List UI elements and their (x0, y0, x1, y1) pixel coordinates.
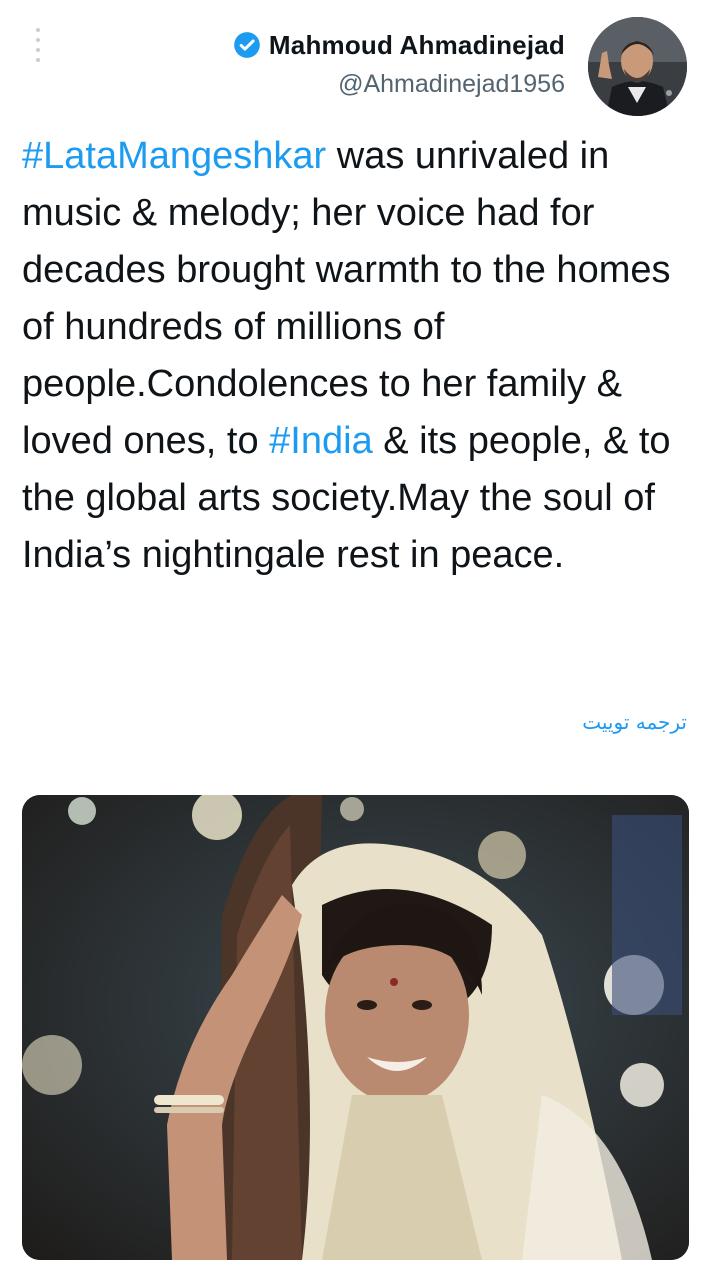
author-display-name[interactable]: Mahmoud Ahmadinejad (269, 30, 565, 61)
author-handle[interactable]: @Ahmadinejad1956 (233, 70, 565, 99)
tweet-text: #LataMangeshkar was unrivaled in music &… (22, 128, 694, 584)
author-avatar[interactable] (588, 17, 687, 116)
tweet-text-part: was unrivaled in music & melody; her voi… (22, 135, 671, 462)
translate-tweet-link[interactable]: ترجمه توییت (582, 710, 687, 734)
hashtag-lata-mangeshkar[interactable]: #LataMangeshkar (22, 135, 326, 177)
verified-badge-icon (234, 32, 260, 58)
more-options-icon[interactable] (26, 28, 50, 62)
tweet-author[interactable]: Mahmoud Ahmadinejad @Ahmadinejad1956 (233, 26, 565, 99)
hashtag-india[interactable]: #India (269, 420, 373, 462)
bottom-edge (0, 1262, 711, 1280)
tweet-photo[interactable] (22, 795, 689, 1260)
